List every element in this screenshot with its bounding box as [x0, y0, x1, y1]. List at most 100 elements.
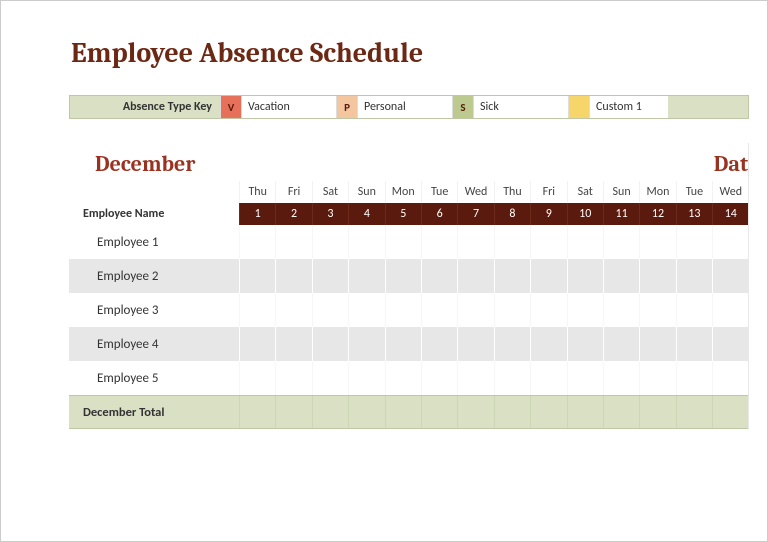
legend-swatch: V	[220, 96, 242, 118]
date-num-row: Employee Name 1234567891011121314	[69, 203, 748, 225]
absence-cell[interactable]	[530, 293, 566, 327]
absence-cell[interactable]	[275, 361, 311, 395]
absence-cell[interactable]	[239, 327, 275, 361]
page-title: Employee Absence Schedule	[1, 1, 767, 95]
day-abbr-row: ThuFriSatSunMonTueWedThuFriSatSunMonTueW…	[69, 181, 748, 203]
absence-cell[interactable]	[639, 327, 675, 361]
absence-cell[interactable]	[676, 259, 712, 293]
absence-cell[interactable]	[639, 225, 675, 259]
absence-cell[interactable]	[312, 259, 348, 293]
absence-cell[interactable]	[712, 225, 748, 259]
legend-item: Custom 1	[568, 96, 668, 118]
absence-cell[interactable]	[676, 327, 712, 361]
absence-cell[interactable]	[494, 293, 530, 327]
absence-cell[interactable]	[494, 225, 530, 259]
legend-swatch	[568, 96, 590, 118]
absence-cell[interactable]	[312, 327, 348, 361]
absence-cell[interactable]	[385, 293, 421, 327]
absence-cell[interactable]	[603, 225, 639, 259]
absence-cell[interactable]	[457, 293, 493, 327]
absence-cell[interactable]	[494, 259, 530, 293]
absence-cell[interactable]	[676, 225, 712, 259]
absence-cell[interactable]	[457, 259, 493, 293]
absence-cell[interactable]	[457, 225, 493, 259]
absence-cell[interactable]	[676, 361, 712, 395]
absence-cell[interactable]	[275, 293, 311, 327]
absence-cell[interactable]	[348, 361, 384, 395]
legend-text: Custom 1	[590, 96, 668, 118]
absence-cell[interactable]	[385, 259, 421, 293]
absence-cell[interactable]	[348, 293, 384, 327]
absence-cell[interactable]	[385, 327, 421, 361]
employee-name-cell[interactable]: Employee 1	[69, 225, 239, 259]
absence-cell[interactable]	[312, 293, 348, 327]
absence-cell[interactable]	[639, 361, 675, 395]
absence-cell[interactable]	[712, 327, 748, 361]
absence-cell[interactable]	[348, 225, 384, 259]
absence-cell[interactable]	[494, 327, 530, 361]
absence-cell[interactable]	[567, 361, 603, 395]
absence-cell[interactable]	[567, 259, 603, 293]
absence-cell[interactable]	[567, 293, 603, 327]
absence-cell[interactable]	[603, 259, 639, 293]
absence-cell[interactable]	[421, 225, 457, 259]
month-total-label: December Total	[69, 396, 239, 428]
total-cell	[385, 396, 421, 428]
date-num-cell: 14	[712, 203, 748, 225]
absence-cell[interactable]	[239, 361, 275, 395]
employee-name-cell[interactable]: Employee 4	[69, 327, 239, 361]
day-abbr-cell: Mon	[385, 181, 421, 203]
absence-cell[interactable]	[712, 259, 748, 293]
total-cell	[312, 396, 348, 428]
absence-cell[interactable]	[421, 293, 457, 327]
absence-cell[interactable]	[639, 259, 675, 293]
absence-cell[interactable]	[530, 259, 566, 293]
absence-cell[interactable]	[457, 361, 493, 395]
absence-cell[interactable]	[530, 361, 566, 395]
total-cell	[530, 396, 566, 428]
absence-cell[interactable]	[385, 225, 421, 259]
absence-cell[interactable]	[712, 293, 748, 327]
absence-cell[interactable]	[457, 327, 493, 361]
absence-cell[interactable]	[275, 327, 311, 361]
absence-cell[interactable]	[312, 225, 348, 259]
employee-name-cell[interactable]: Employee 5	[69, 361, 239, 395]
absence-cell[interactable]	[421, 361, 457, 395]
absence-cell[interactable]	[348, 259, 384, 293]
absence-cell[interactable]	[312, 361, 348, 395]
absence-cell[interactable]	[530, 327, 566, 361]
absence-cell[interactable]	[385, 361, 421, 395]
employee-name-cell[interactable]: Employee 2	[69, 259, 239, 293]
employee-name-cell[interactable]: Employee 3	[69, 293, 239, 327]
absence-cell[interactable]	[239, 259, 275, 293]
absence-cell[interactable]	[530, 225, 566, 259]
absence-cell[interactable]	[603, 327, 639, 361]
date-num-cell: 13	[676, 203, 712, 225]
absence-cell[interactable]	[275, 225, 311, 259]
absence-cell[interactable]	[348, 327, 384, 361]
employee-row: Employee 5	[69, 361, 748, 395]
absence-cell[interactable]	[567, 225, 603, 259]
date-num-cell: 6	[421, 203, 457, 225]
absence-cell[interactable]	[494, 361, 530, 395]
day-abbr-cell: Wed	[712, 181, 748, 203]
legend-text: Personal	[358, 96, 452, 118]
legend-text: Vacation	[242, 96, 336, 118]
day-abbr-cell: Tue	[676, 181, 712, 203]
absence-cell[interactable]	[567, 327, 603, 361]
legend-swatch: P	[336, 96, 358, 118]
absence-cell[interactable]	[275, 259, 311, 293]
absence-cell[interactable]	[603, 293, 639, 327]
day-abbr-cell: Sat	[567, 181, 603, 203]
absence-cell[interactable]	[603, 361, 639, 395]
employee-row: Employee 1	[69, 225, 748, 259]
absence-cell[interactable]	[239, 225, 275, 259]
absence-cell[interactable]	[421, 327, 457, 361]
absence-cell[interactable]	[676, 293, 712, 327]
absence-cell[interactable]	[712, 361, 748, 395]
absence-cell[interactable]	[421, 259, 457, 293]
total-cell	[603, 396, 639, 428]
total-cell	[494, 396, 530, 428]
absence-cell[interactable]	[639, 293, 675, 327]
absence-cell[interactable]	[239, 293, 275, 327]
